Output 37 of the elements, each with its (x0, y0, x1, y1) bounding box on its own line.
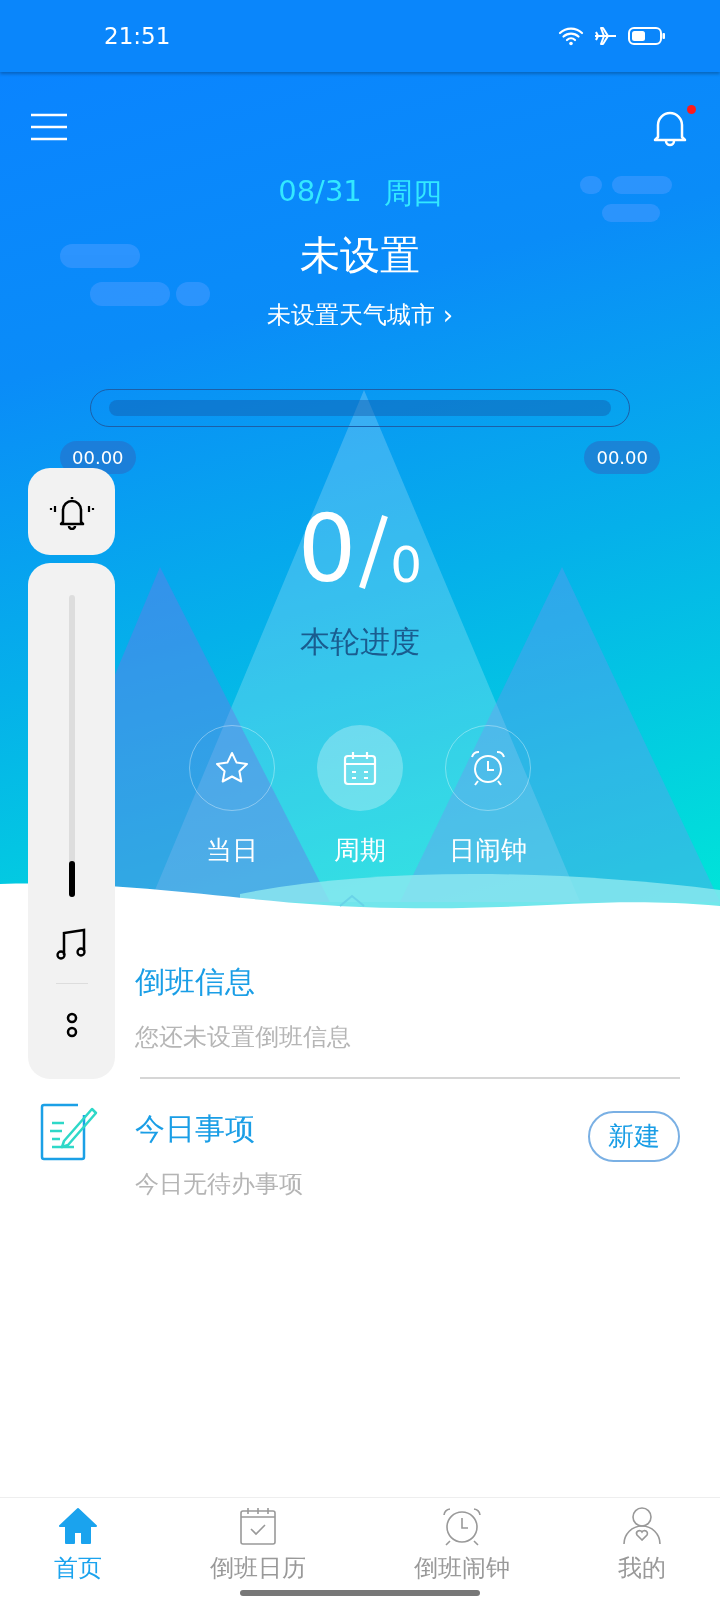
chevron-icon: › (442, 300, 454, 330)
calendar-check-icon (238, 1506, 278, 1546)
section-subtitle: 今日无待办事项 (135, 1169, 304, 1200)
home-tab[interactable]: 首页 (54, 1498, 102, 1600)
mode-label: 当日 (206, 834, 258, 867)
section-title: 倒班信息 (135, 963, 256, 1001)
alarm-tab[interactable]: 倒班闹钟 (414, 1498, 510, 1600)
end-time-badge: 00.00 (584, 441, 660, 474)
calendar-tab[interactable]: 倒班日历 (210, 1498, 306, 1600)
new-button[interactable]: 新建 (588, 1111, 680, 1162)
user-tab[interactable]: 我的 (618, 1498, 666, 1600)
airplane-icon (594, 26, 618, 46)
progress-caption: 本轮进度 (300, 623, 420, 661)
date-text: 08/31 (278, 174, 362, 210)
mode-label: 周期 (334, 834, 386, 867)
home-icon (58, 1506, 98, 1546)
alarm-clock-icon (468, 748, 508, 788)
ring-mode-button[interactable] (28, 468, 115, 555)
music-note-icon[interactable] (54, 927, 89, 961)
slash-icon (358, 514, 389, 590)
shift-title: 未设置 (300, 231, 420, 280)
more-options-icon[interactable] (64, 1010, 79, 1040)
volume-slider[interactable] (68, 595, 75, 897)
menu-icon[interactable] (30, 113, 68, 141)
status-time: 21:51 (104, 23, 171, 49)
progress-total: 0 (390, 540, 423, 590)
alarm-clock-icon (442, 1506, 482, 1546)
note-edit-icon (40, 1101, 98, 1161)
user-icon (622, 1506, 662, 1546)
progress-count: 0 (297, 504, 357, 596)
mode-label: 日闹钟 (449, 834, 527, 867)
section-title: 今日事项 (135, 1110, 256, 1148)
section-subtitle: 您还未设置倒班信息 (135, 1022, 352, 1053)
wifi-icon (558, 26, 584, 46)
battery-icon (628, 26, 666, 46)
weather-city-link[interactable]: 未设置天气城市 (266, 299, 435, 331)
weekday-text: 周四 (383, 175, 442, 212)
